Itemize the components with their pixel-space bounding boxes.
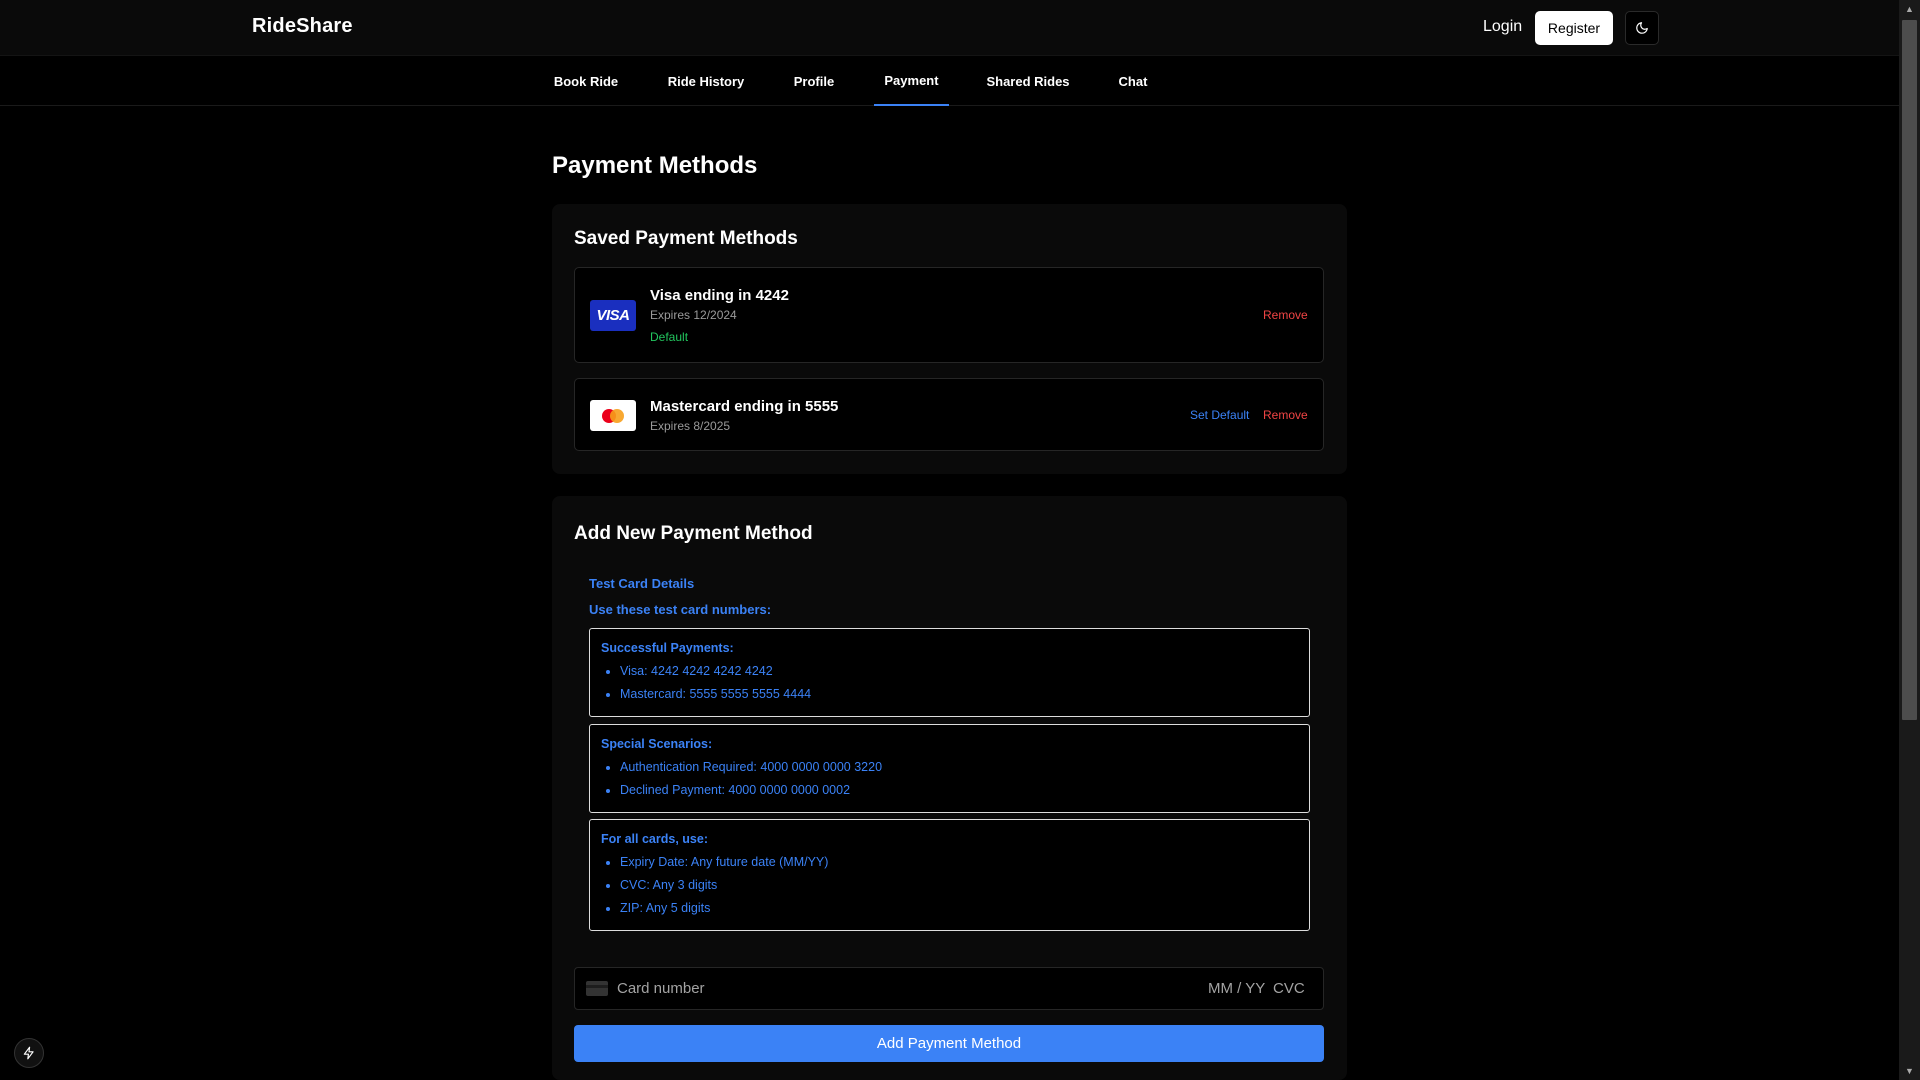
info-list: Visa: 4242 4242 4242 4242 Mastercard: 55…: [601, 660, 811, 706]
list-item: Expiry Date: Any future date (MM/YY): [620, 851, 828, 874]
login-link[interactable]: Login: [1483, 18, 1522, 36]
tab-chat[interactable]: Chat: [1107, 56, 1159, 106]
add-method-title: Add New Payment Method: [574, 523, 813, 544]
saved-methods-card: Saved Payment Methods VISA Visa ending i…: [552, 204, 1347, 474]
tab-profile[interactable]: Profile: [786, 56, 842, 106]
list-item: Mastercard: 5555 5555 5555 4444: [620, 683, 811, 706]
register-button[interactable]: Register: [1535, 11, 1613, 45]
mastercard-logo: [590, 400, 636, 431]
test-card-heading: Test Card Details: [589, 576, 695, 591]
tab-ride-history[interactable]: Ride History: [660, 56, 752, 106]
page-title: Payment Methods: [552, 152, 758, 179]
test-card-subtitle: Use these test card numbers:: [589, 602, 772, 617]
list-item: CVC: Any 3 digits: [620, 874, 828, 897]
add-payment-method-button[interactable]: Add Payment Method: [574, 1025, 1324, 1062]
scroll-up-icon[interactable]: ▲: [1899, 0, 1920, 18]
dev-tools-button[interactable]: [14, 1038, 44, 1068]
payment-method-name: Mastercard ending in 5555: [650, 398, 839, 415]
info-box-title: Special Scenarios:: [601, 737, 713, 751]
card-number-placeholder[interactable]: Card number: [617, 980, 705, 997]
remove-button[interactable]: Remove: [1263, 308, 1308, 322]
theme-toggle-button[interactable]: [1625, 11, 1659, 45]
info-box-all-cards: For all cards, use: Expiry Date: Any fut…: [589, 819, 1310, 931]
payment-method-item: Mastercard ending in 5555 Expires 8/2025…: [574, 378, 1324, 451]
info-box-title: For all cards, use:: [601, 832, 708, 846]
list-item: ZIP: Any 5 digits: [620, 897, 828, 920]
cvc-field[interactable]: CVC: [1273, 980, 1305, 997]
default-badge: Default: [650, 330, 689, 344]
main-nav: Book Ride Ride History Profile Payment S…: [0, 56, 1899, 106]
remove-button[interactable]: Remove: [1263, 408, 1308, 422]
lightning-icon: [23, 1046, 34, 1060]
scroll-thumb[interactable]: [1902, 20, 1917, 720]
add-method-card: Add New Payment Method Test Card Details…: [552, 496, 1347, 1080]
info-box-title: Successful Payments:: [601, 641, 734, 655]
moon-icon: [1636, 22, 1648, 34]
payment-method-name: Visa ending in 4242: [650, 287, 789, 304]
info-box-successful: Successful Payments: Visa: 4242 4242 424…: [589, 628, 1310, 717]
brand-logo[interactable]: RideShare: [252, 15, 353, 38]
visa-logo: VISA: [590, 300, 636, 331]
tab-book-ride[interactable]: Book Ride: [545, 56, 627, 106]
card-number-input[interactable]: Card number MM / YY CVC: [574, 967, 1324, 1010]
tab-shared-rides[interactable]: Shared Rides: [982, 56, 1074, 106]
info-list: Expiry Date: Any future date (MM/YY) CVC…: [601, 851, 828, 920]
info-box-special: Special Scenarios: Authentication Requir…: [589, 724, 1310, 813]
list-item: Authentication Required: 4000 0000 0000 …: [620, 756, 882, 779]
expiry-field[interactable]: MM / YY: [1208, 980, 1265, 997]
payment-method-item: VISA Visa ending in 4242 Expires 12/2024…: [574, 267, 1324, 363]
info-list: Authentication Required: 4000 0000 0000 …: [601, 756, 882, 802]
saved-methods-title: Saved Payment Methods: [574, 228, 798, 249]
credit-card-icon: [586, 981, 608, 996]
scrollbar[interactable]: ▲ ▼: [1899, 0, 1920, 1080]
payment-method-expiry: Expires 8/2025: [650, 419, 731, 433]
tab-payment[interactable]: Payment: [874, 56, 949, 106]
scroll-down-icon[interactable]: ▼: [1899, 1062, 1920, 1080]
list-item: Visa: 4242 4242 4242 4242: [620, 660, 811, 683]
set-default-button[interactable]: Set Default: [1190, 408, 1249, 422]
payment-method-expiry: Expires 12/2024: [650, 308, 737, 322]
mastercard-icon: [602, 408, 624, 423]
top-header: RideShare Login Register: [0, 0, 1899, 56]
list-item: Declined Payment: 4000 0000 0000 0002: [620, 779, 882, 802]
